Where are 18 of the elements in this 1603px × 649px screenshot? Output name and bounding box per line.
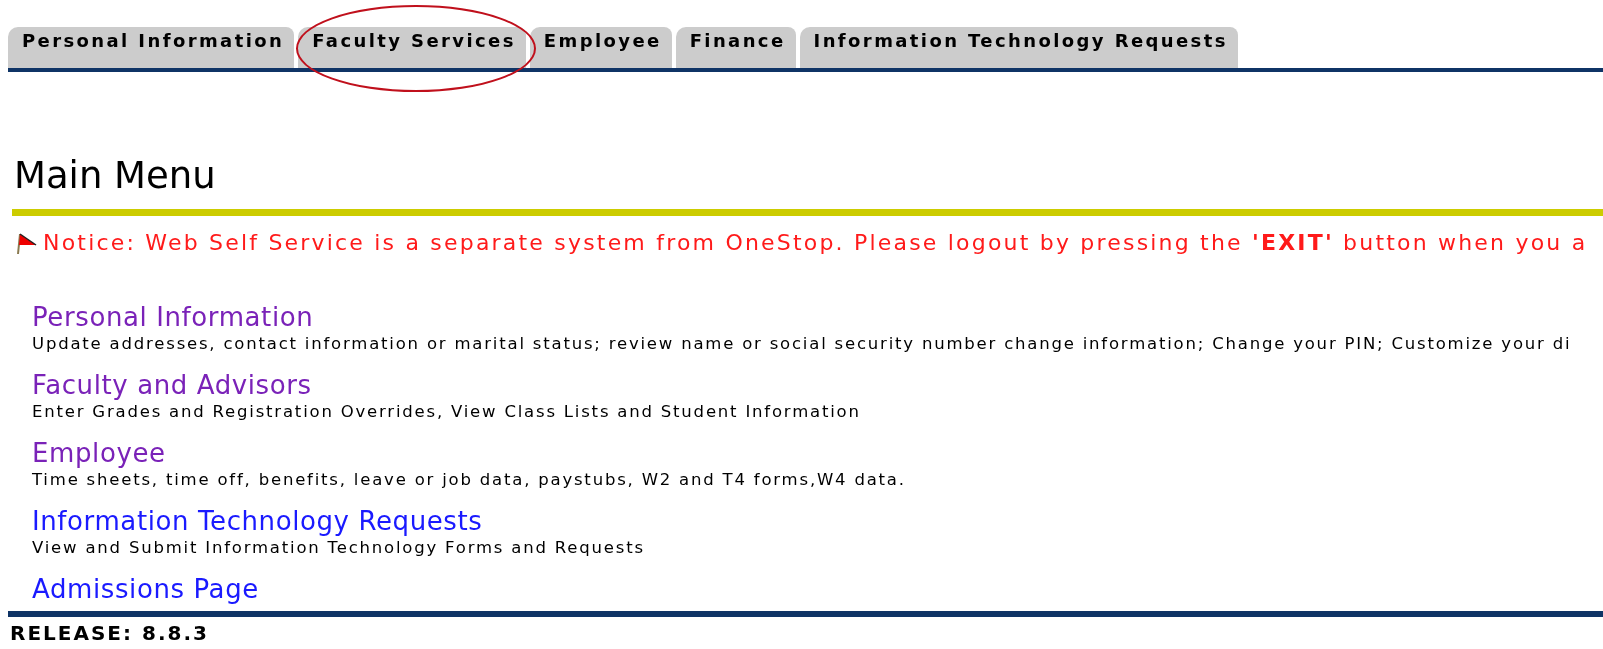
tab[interactable]: Finance bbox=[675, 27, 796, 68]
flag-icon bbox=[16, 230, 38, 255]
tab[interactable]: Information Technology Requests bbox=[799, 27, 1238, 68]
menu-link[interactable]: Personal Information bbox=[32, 301, 314, 333]
tab[interactable]: Faculty Services bbox=[298, 27, 526, 68]
menu-description: Enter Grades and Registration Overrides, View Class Lists and Student Information bbox=[32, 401, 861, 422]
tab[interactable]: Personal Information bbox=[8, 27, 295, 68]
tab[interactable]: Employee bbox=[529, 27, 672, 68]
menu-description: Update addresses, contact information or marital status; review name or social security number change information; Change your PIN; Customize your di bbox=[32, 333, 1572, 354]
release-label: RELEASE: 8.8.3 bbox=[10, 621, 210, 645]
menu-description: Time sheets, time off, benefits, leave or job data, paystubs, W2 and T4 forms,W4 data. bbox=[32, 469, 906, 490]
page-title: Main Menu bbox=[14, 153, 217, 199]
menu-link[interactable]: Employee bbox=[32, 437, 166, 469]
notice-text: Notice: Web Self Service is a separate system from OneStop. Please logout by pressing the 'EXIT' button when you a bbox=[43, 230, 1588, 255]
menu-description: View and Submit Information Technology Forms and Requests bbox=[32, 537, 645, 558]
menu-link[interactable]: Faculty and Advisors bbox=[32, 369, 312, 401]
menu-link[interactable]: Information Technology Requests bbox=[32, 505, 483, 537]
menu-link[interactable]: Admissions Page bbox=[32, 573, 259, 605]
